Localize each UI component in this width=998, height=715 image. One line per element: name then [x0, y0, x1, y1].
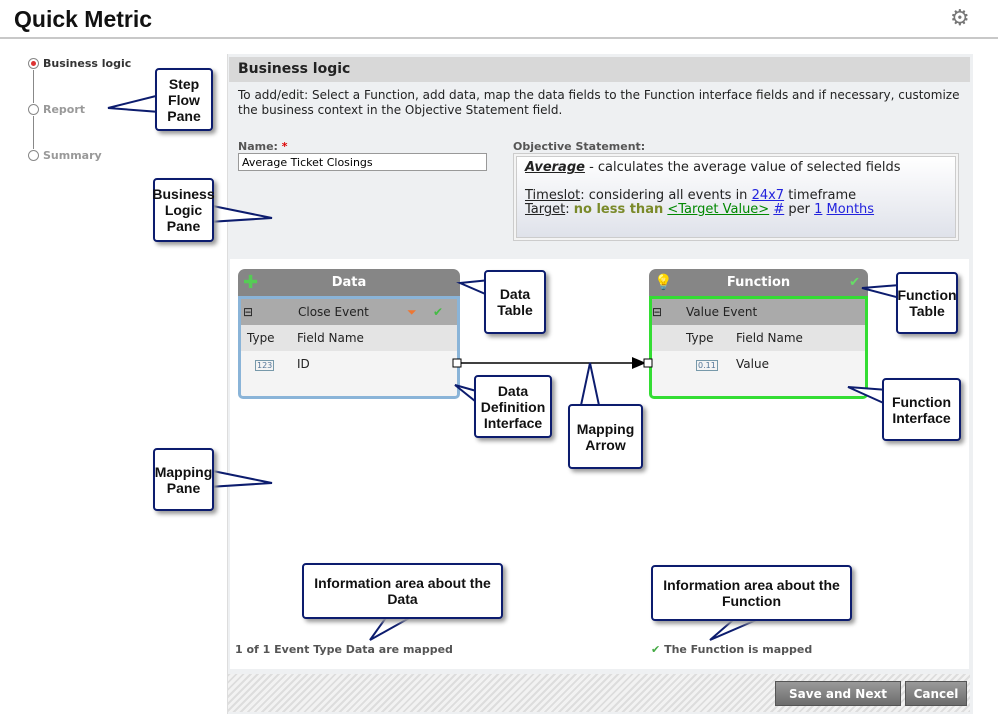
callout-business-logic: Business Logic Pane: [152, 178, 215, 242]
callout-mapping-pane: Mapping Pane: [153, 448, 214, 511]
callout-function-table: Function Table: [896, 272, 958, 334]
mapping-arrow[interactable]: [452, 357, 653, 369]
callout-info-data: Information area about the Data: [302, 563, 503, 619]
callout-function-interface: Function Interface: [882, 378, 961, 441]
callout-step-flow: Step Flow Pane: [155, 68, 213, 131]
callout-info-function: Information area about the Function: [651, 565, 852, 621]
callout-data-definition: Data Definition Interface: [474, 375, 552, 438]
callout-data-table: Data Table: [484, 270, 546, 334]
callout-mapping-arrow: Mapping Arrow: [568, 404, 643, 469]
